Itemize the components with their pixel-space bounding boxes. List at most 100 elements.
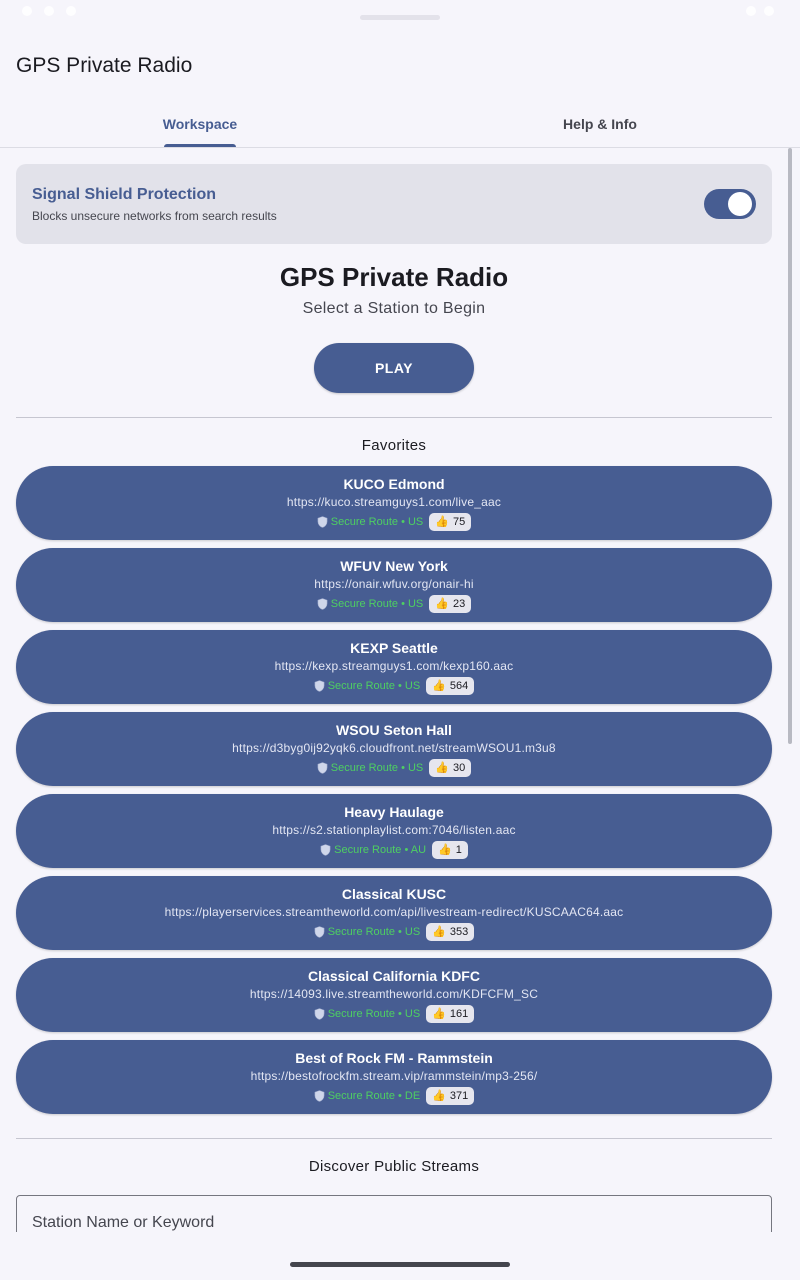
status-bar [0, 0, 800, 26]
favorites-title: Favorites [361, 437, 427, 454]
shield-title: Signal Shield Protection [32, 186, 217, 203]
tab-help-info[interactable]: Help & Info [400, 100, 800, 148]
station-url: https://14093.live.streamtheworld.com/KD… [249, 987, 539, 1001]
station-item[interactable]: Classical KUSC https://playerservices.str… [16, 876, 772, 950]
discover-title: Discover Public Streams [308, 1158, 480, 1175]
scrollbar[interactable] [788, 148, 792, 744]
station-item[interactable]: KEXP Seattle https://kexp.streamguys1.com… [16, 630, 772, 704]
station-name: WSOU Seton Hall [336, 722, 452, 738]
vote-button[interactable]: 👍 353 [426, 923, 475, 941]
vote-button[interactable]: 👍 30 [429, 759, 472, 777]
station-meta: Secure Route • DE 👍 371 [16, 1086, 772, 1106]
thumbs-up-icon: 👍 [435, 515, 449, 528]
secure-route-label: Secure Route • AU [320, 844, 426, 856]
route-text: Secure Route • US [330, 762, 424, 774]
route-text: Secure Route • US [327, 1008, 421, 1020]
shield-icon [317, 762, 328, 774]
station-url: https://s2.stationplaylist.com:7046/list… [272, 823, 516, 837]
vote-button[interactable]: 👍 371 [426, 1087, 475, 1105]
shield-icon [314, 680, 325, 692]
vote-button[interactable]: 👍 1 [432, 841, 468, 859]
thumbs-up-icon: 👍 [432, 1007, 446, 1020]
station-name: Best of Rock FM - Rammstein [295, 1050, 493, 1066]
station-item[interactable]: WSOU Seton Hall https://d3byg0ij92yqk6.cl… [16, 712, 772, 786]
tab-indicator [164, 144, 236, 147]
shield-icon [320, 844, 331, 856]
vote-count: 564 [449, 680, 469, 692]
station-name: Heavy Haulage [344, 804, 444, 820]
station-item[interactable]: WFUV New York https://onair.wfuv.org/onai… [16, 548, 772, 622]
station-url: https://d3byg0ij92yqk6.cloudfront.net/st… [232, 741, 556, 755]
station-item[interactable]: Heavy Haulage https://s2.stationplaylist.… [16, 794, 772, 868]
status-icon [44, 6, 54, 16]
station-meta: Secure Route • US 👍 353 [16, 922, 772, 942]
shield-icon [314, 1090, 325, 1102]
divider [16, 1138, 772, 1139]
thumbs-up-icon: 👍 [432, 679, 446, 692]
station-url: https://onair.wfuv.org/onair-hi [314, 577, 474, 591]
shield-icon [314, 1008, 325, 1020]
signal-shield-toggle[interactable] [704, 189, 756, 219]
shield-icon [314, 926, 325, 938]
secure-route-label: Secure Route • US [314, 926, 420, 938]
route-text: Secure Route • AU [334, 844, 427, 856]
station-meta: Secure Route • US 👍 564 [16, 676, 772, 696]
thumbs-up-icon: 👍 [435, 597, 449, 610]
vote-count: 23 [452, 598, 466, 610]
vote-button[interactable]: 👍 23 [429, 595, 472, 613]
station-name: KUCO Edmond [343, 476, 445, 492]
station-name: Classical California KDFC [308, 968, 480, 984]
vote-button[interactable]: 👍 75 [429, 513, 472, 531]
favorites-list: KUCO Edmond https://kuco.streamguys1.com/… [16, 466, 772, 1122]
home-indicator[interactable] [290, 1262, 510, 1267]
station-name: WFUV New York [340, 558, 448, 574]
station-meta: Secure Route • AU 👍 1 [16, 840, 772, 860]
thumbs-up-icon: 👍 [438, 843, 452, 856]
station-meta: Secure Route • US 👍 75 [16, 512, 772, 532]
secure-route-label: Secure Route • US [314, 680, 421, 692]
secure-route-label: Secure Route • US [317, 516, 424, 528]
app-title: GPS Private Radio [16, 54, 193, 77]
vote-count: 1 [455, 844, 462, 856]
station-meta: Secure Route • US 👍 30 [16, 758, 772, 778]
vote-count: 30 [452, 762, 466, 774]
station-item[interactable]: Classical California KDFC https://14093.l… [16, 958, 772, 1032]
route-text: Secure Route • US [330, 516, 424, 528]
secure-route-label: Secure Route • US [314, 1008, 421, 1020]
station-meta: Secure Route • US 👍 23 [16, 594, 772, 614]
hero-title: GPS Private Radio [279, 262, 509, 292]
station-meta: Secure Route • US 👍 161 [16, 1004, 772, 1024]
station-url: https://kexp.streamguys1.com/kexp160.aac [274, 659, 514, 673]
vote-count: 75 [452, 516, 466, 528]
station-item[interactable]: Best of Rock FM - Rammstein https://besto… [16, 1040, 772, 1114]
vote-button[interactable]: 👍 564 [426, 677, 475, 695]
secure-route-label: Secure Route • US [317, 598, 423, 610]
route-text: Secure Route • DE [327, 1090, 421, 1102]
shield-icon [317, 516, 328, 528]
station-name: Classical KUSC [341, 886, 447, 902]
tab-bar: Workspace Help & Info [0, 100, 800, 148]
play-button[interactable]: PLAY [314, 343, 474, 393]
vote-count: 371 [449, 1090, 469, 1102]
route-text: Secure Route • US [327, 680, 421, 692]
status-icon [66, 6, 76, 16]
tab-workspace[interactable]: Workspace [0, 100, 400, 148]
thumbs-up-icon: 👍 [432, 925, 446, 938]
navigation-bar [0, 1232, 800, 1280]
wifi-icon [746, 6, 756, 16]
vote-button[interactable]: 👍 161 [426, 1005, 475, 1023]
shield-subtitle: Blocks unsecure networks from search res… [32, 209, 277, 223]
station-item[interactable]: KUCO Edmond https://kuco.streamguys1.com/… [16, 466, 772, 540]
shield-icon [317, 598, 328, 610]
vote-count: 353 [449, 926, 469, 938]
signal-shield-card: Signal Shield Protection Blocks unsecure… [16, 164, 772, 244]
hero-subtitle: Select a Station to Begin [302, 300, 486, 317]
toggle-knob [728, 192, 752, 216]
screen: GPS Private Radio Workspace Help & Info … [0, 0, 800, 1280]
thumbs-up-icon: 👍 [432, 1089, 446, 1102]
station-url: https://kuco.streamguys1.com/live_aac [286, 495, 502, 509]
secure-route-label: Secure Route • US [317, 762, 424, 774]
secure-route-label: Secure Route • DE [314, 1090, 421, 1102]
search-input[interactable] [32, 1212, 752, 1234]
drag-handle [360, 15, 440, 20]
